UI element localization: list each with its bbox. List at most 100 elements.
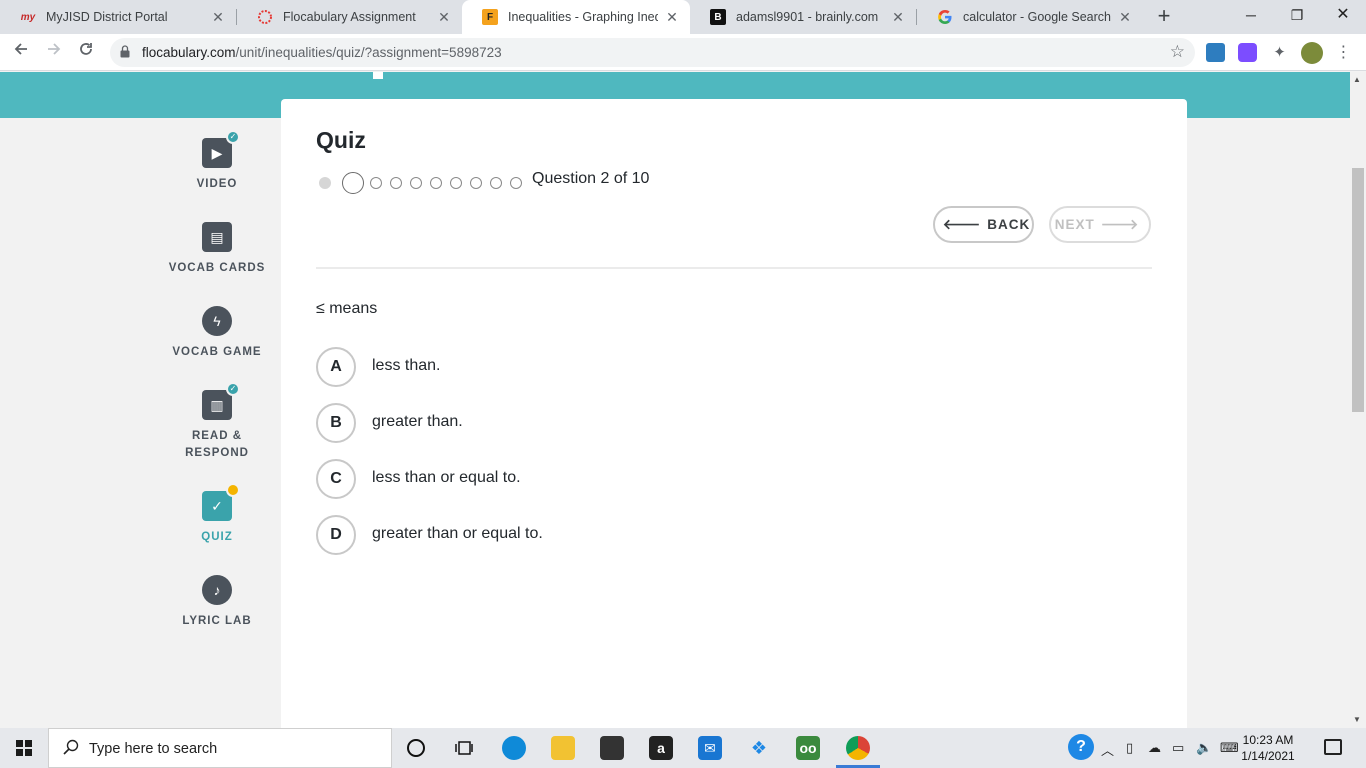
tab-brainly[interactable]: B adamsl9901 - brainly.com ✕: [690, 0, 916, 34]
progress-dot-current[interactable]: [342, 172, 364, 194]
choice-a[interactable]: A less than.: [316, 347, 816, 387]
choice-letter[interactable]: D: [316, 515, 356, 555]
check-badge-icon: ✓: [226, 382, 240, 396]
progress-dot[interactable]: [410, 177, 422, 189]
progress-dot[interactable]: [370, 177, 382, 189]
brainly-icon: B: [710, 9, 726, 25]
chevron-up-icon[interactable]: ︿: [1101, 740, 1114, 759]
amazon-icon[interactable]: a: [649, 736, 673, 760]
tripadvisor-icon[interactable]: oo: [796, 736, 820, 760]
scroll-down-icon[interactable]: ▼: [1353, 715, 1361, 724]
choice-d[interactable]: D greater than or equal to.: [316, 515, 816, 555]
clock-date: 1/14/2021: [1241, 749, 1295, 763]
sidenav-item-video[interactable]: ▶ ✓ VIDEO: [150, 130, 284, 193]
back-arrow-icon[interactable]: [8, 40, 34, 66]
minimize-icon[interactable]: ─: [1228, 0, 1274, 32]
window-close-icon[interactable]: ✕: [1320, 0, 1366, 32]
sidenav-label-line2: RESPOND: [185, 447, 249, 459]
close-icon[interactable]: ✕: [1117, 9, 1133, 26]
menu-kebab-icon[interactable]: ⋮: [1334, 43, 1353, 62]
next-button[interactable]: NEXT 🡒: [1049, 206, 1151, 243]
sidenav-item-lyric-lab[interactable]: ♪ LYRIC LAB: [150, 575, 284, 630]
book-icon: ▥ ✓: [202, 382, 240, 420]
sidenav-item-vocab-game[interactable]: ϟ VOCAB GAME: [150, 306, 284, 361]
close-icon[interactable]: ✕: [210, 9, 226, 26]
sidenav-item-read-respond[interactable]: ▥ ✓ READ & RESPOND: [150, 382, 284, 462]
choice-letter[interactable]: B: [316, 403, 356, 443]
extensions-puzzle-icon[interactable]: ✦: [1270, 43, 1289, 62]
tab-title: calculator - Google Search: [963, 10, 1111, 24]
sidenav-item-label: VOCAB GAME: [172, 346, 262, 358]
tab-inequalities[interactable]: F Inequalities - Graphing Inequa ✕: [462, 0, 690, 34]
extension-purple-icon[interactable]: [1238, 43, 1257, 62]
restore-icon[interactable]: ❐: [1274, 0, 1320, 32]
bookmark-star-icon[interactable]: ☆: [1170, 42, 1185, 62]
browser-tab-strip: my MyJISD District Portal ✕ Flocabulary …: [0, 0, 1366, 34]
sidenav-item-label: LYRIC LAB: [182, 615, 252, 627]
mail-icon[interactable]: ✉: [698, 736, 722, 760]
close-icon[interactable]: ✕: [664, 9, 680, 26]
help-icon[interactable]: ?: [1068, 734, 1094, 760]
reload-icon[interactable]: [73, 40, 99, 66]
address-bar[interactable]: flocabulary.com/unit/inequalities/quiz/?…: [110, 38, 1195, 67]
sidenav-label-line1: READ &: [191, 430, 243, 442]
start-button[interactable]: [0, 728, 48, 768]
extension-key-icon[interactable]: [1206, 43, 1225, 62]
choice-text[interactable]: less than.: [372, 357, 440, 375]
close-icon[interactable]: ✕: [436, 9, 452, 26]
device-icon[interactable]: ▯: [1126, 740, 1133, 756]
page-scrollbar[interactable]: ▲ ▼: [1350, 72, 1366, 728]
choice-letter[interactable]: A: [316, 347, 356, 387]
google-icon: [937, 9, 953, 25]
back-button[interactable]: 🡐 BACK: [933, 206, 1034, 243]
tab-google-search[interactable]: calculator - Google Search ✕: [917, 0, 1143, 34]
volume-icon[interactable]: 🔈: [1196, 740, 1212, 756]
task-view-icon[interactable]: [452, 736, 476, 760]
tab-myjisd[interactable]: my MyJISD District Portal ✕: [0, 0, 236, 34]
progress-dot[interactable]: [470, 177, 482, 189]
forward-arrow-icon[interactable]: [41, 40, 67, 66]
cortana-icon[interactable]: [404, 736, 428, 760]
scroll-up-icon[interactable]: ▲: [1353, 75, 1361, 84]
choice-text[interactable]: greater than or equal to.: [372, 525, 543, 543]
choice-b[interactable]: B greater than.: [316, 403, 816, 443]
store-icon[interactable]: [600, 736, 624, 760]
progress-dot[interactable]: [490, 177, 502, 189]
choice-text[interactable]: greater than.: [372, 413, 463, 431]
choice-letter[interactable]: C: [316, 459, 356, 499]
taskbar-clock[interactable]: 10:23 AM 1/14/2021: [1232, 732, 1304, 764]
file-explorer-icon[interactable]: [551, 736, 575, 760]
tab-title: Flocabulary Assignment: [283, 10, 416, 24]
notifications-icon[interactable]: [1324, 739, 1342, 755]
arrow-right-icon: 🡒: [1100, 216, 1140, 232]
flocabulary-ring-icon: [257, 9, 273, 25]
progress-dot-answered[interactable]: [319, 177, 331, 189]
chrome-icon[interactable]: [846, 736, 870, 760]
choice-text[interactable]: less than or equal to.: [372, 469, 521, 487]
sidenav-item-vocab-cards[interactable]: ▤ VOCAB CARDS: [150, 222, 284, 277]
url-text: flocabulary.com/unit/inequalities/quiz/?…: [142, 45, 502, 60]
url-host: flocabulary.com: [142, 45, 236, 60]
taskbar-search-input[interactable]: Type here to search: [48, 728, 392, 768]
page-title: Quiz: [316, 127, 366, 153]
progress-dot[interactable]: [390, 177, 402, 189]
battery-icon[interactable]: ▭: [1172, 740, 1184, 756]
progress-dot[interactable]: [510, 177, 522, 189]
onedrive-icon[interactable]: ☁: [1148, 740, 1161, 756]
scrollbar-thumb[interactable]: [1352, 168, 1364, 412]
progress-dot[interactable]: [450, 177, 462, 189]
edge-icon[interactable]: [502, 736, 526, 760]
windows-logo-icon: [16, 740, 32, 756]
choice-c[interactable]: C less than or equal to.: [316, 459, 816, 499]
clock-time: 10:23 AM: [1242, 733, 1294, 747]
quiz-icon: ✓: [202, 483, 240, 521]
tab-flocabulary-assignment[interactable]: Flocabulary Assignment ✕: [237, 0, 462, 34]
close-icon[interactable]: ✕: [890, 9, 906, 26]
sidenav-item-quiz[interactable]: ✓ QUIZ: [150, 483, 284, 546]
music-note-icon: ♪: [202, 575, 232, 605]
browser-toolbar: flocabulary.com/unit/inequalities/quiz/?…: [0, 34, 1366, 71]
progress-dot[interactable]: [430, 177, 442, 189]
new-tab-icon[interactable]: +: [1152, 5, 1176, 29]
avatar[interactable]: [1301, 42, 1323, 64]
dropbox-icon[interactable]: ❖: [747, 736, 771, 760]
